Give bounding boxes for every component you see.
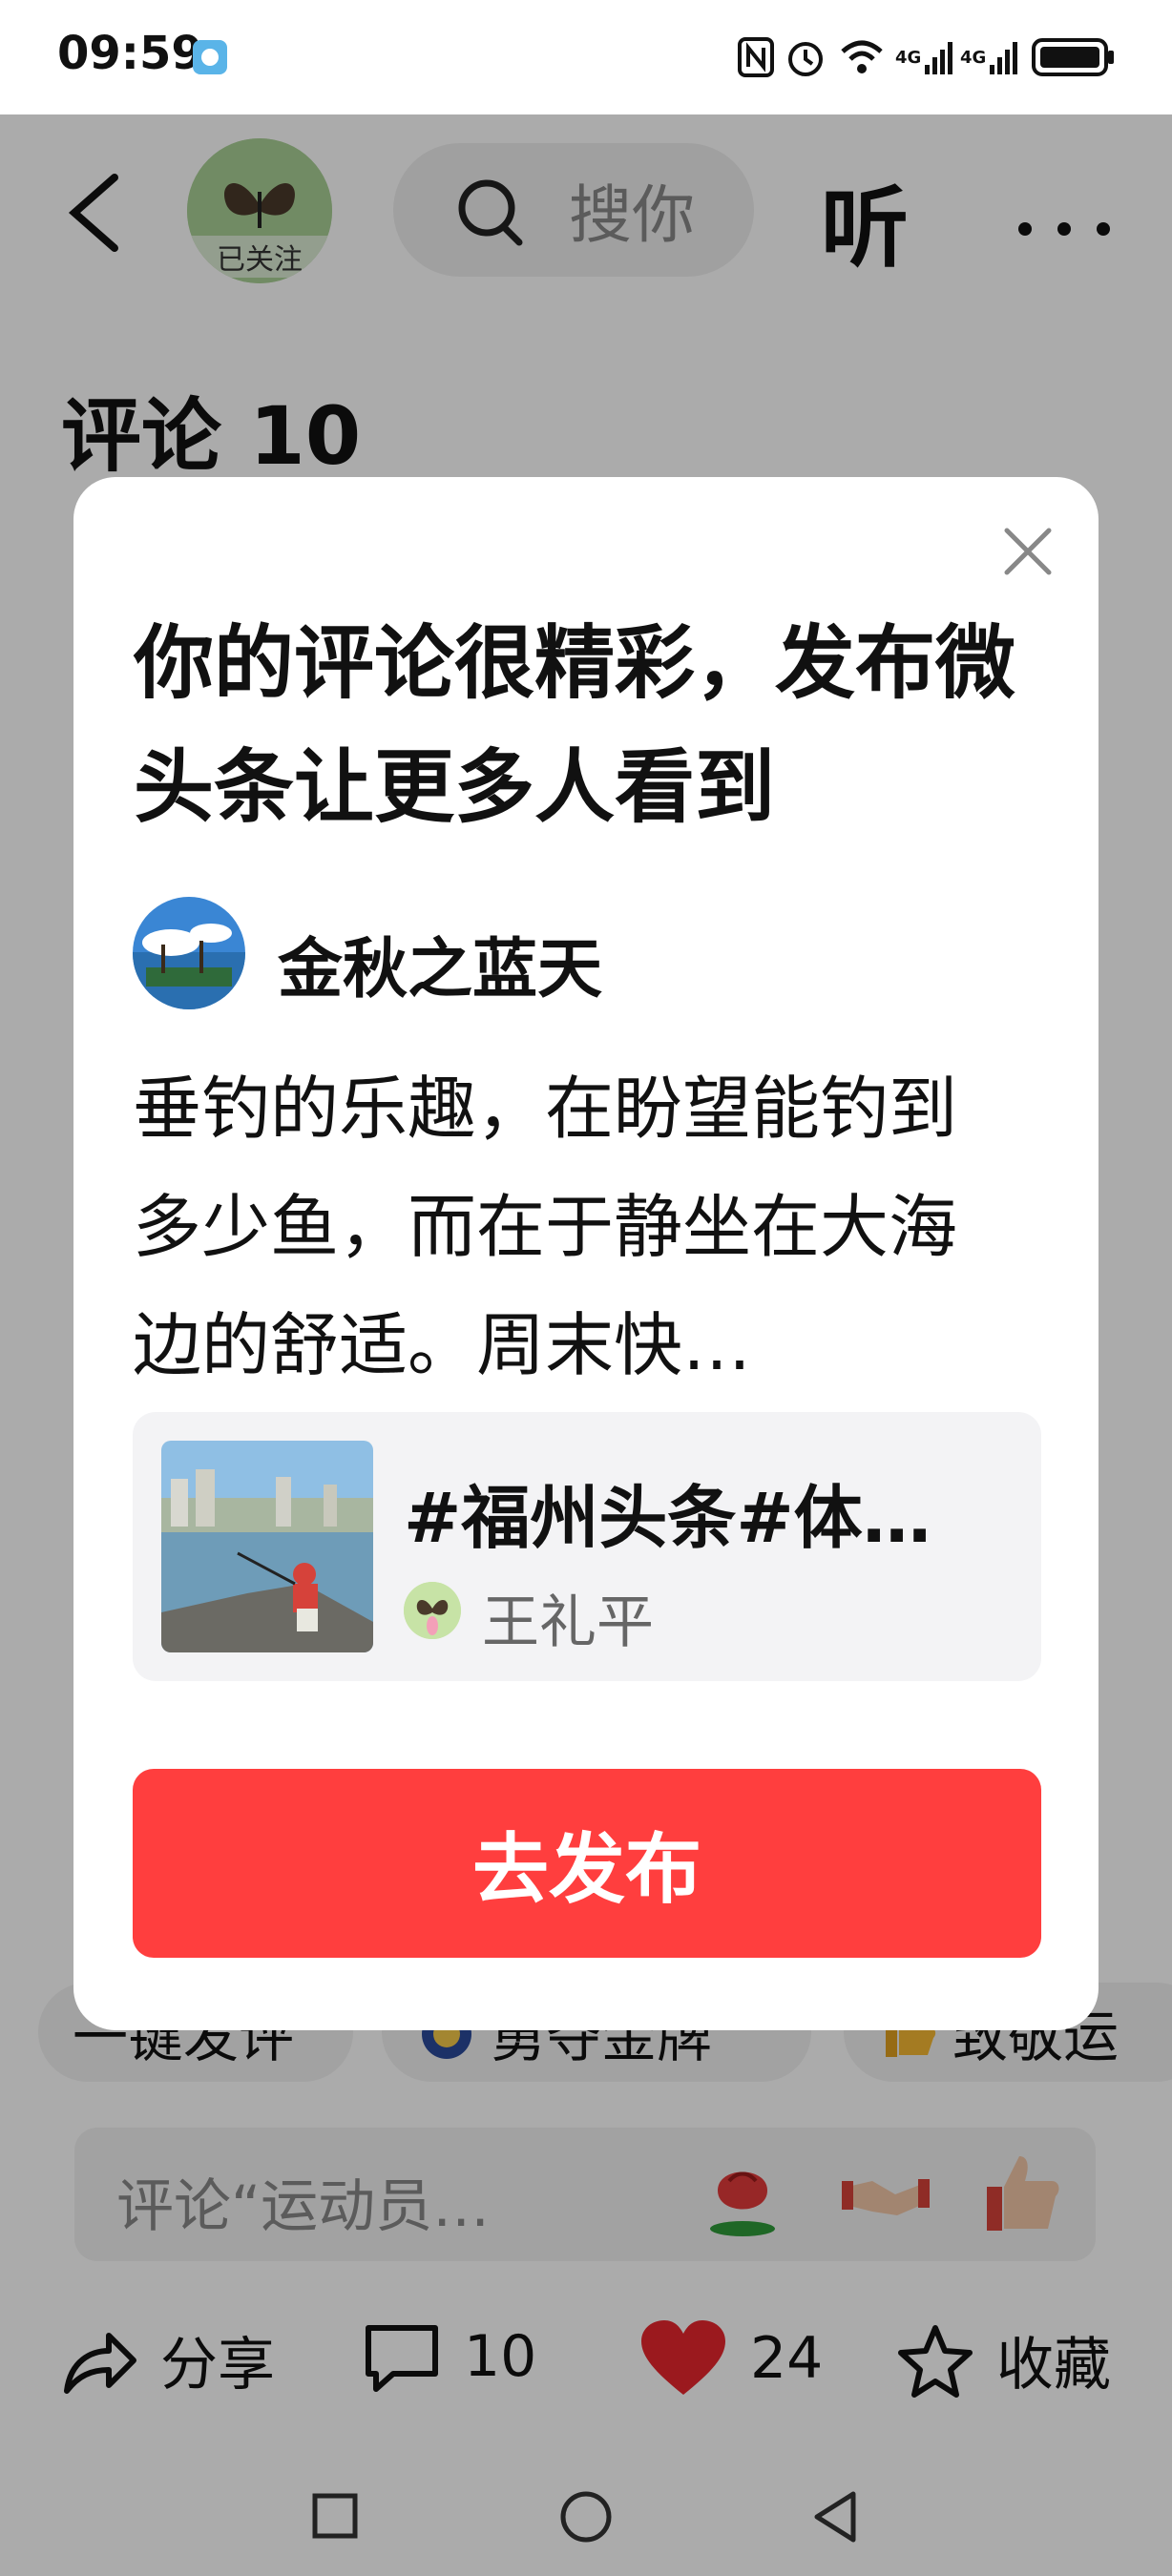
battery-icon — [1031, 29, 1117, 86]
status-bar: 09:59 4G 4G — [0, 0, 1172, 114]
article-title: #福州头条#体… — [404, 1478, 931, 1558]
wifi-icon — [838, 29, 886, 86]
nfc-icon — [735, 29, 777, 86]
commenter-avatar — [133, 897, 245, 1009]
status-time: 09:59 — [57, 27, 203, 80]
app-notification-icon — [191, 29, 229, 86]
commenter-name: 金秋之蓝天 — [278, 932, 603, 1008]
article-author-avatar — [404, 1582, 461, 1639]
cell-signal-icon-2: 4G — [960, 29, 1017, 86]
article-thumbnail — [161, 1441, 373, 1652]
publish-suggestion-dialog: 你的评论很精彩，发布微头条让更多人看到 金秋之蓝天 垂钓的乐趣，在盼望能钓到多少… — [73, 477, 1099, 2030]
article-author-name: 王礼平 — [482, 1589, 654, 1656]
cell-signal-icon-1: 4G — [895, 29, 952, 86]
alarm-icon — [783, 29, 828, 86]
dialog-title: 你的评论很精彩，发布微头条让更多人看到 — [134, 616, 1016, 834]
comment-preview-text: 垂钓的乐趣，在盼望能钓到多少鱼，而在于静坐在大海边的舒适。周末快… — [133, 1069, 958, 1385]
publish-button[interactable]: 去发布 — [133, 1769, 1041, 1958]
close-icon[interactable] — [999, 523, 1057, 580]
linked-article-card[interactable]: #福州头条#体… 王礼平 — [133, 1412, 1041, 1681]
